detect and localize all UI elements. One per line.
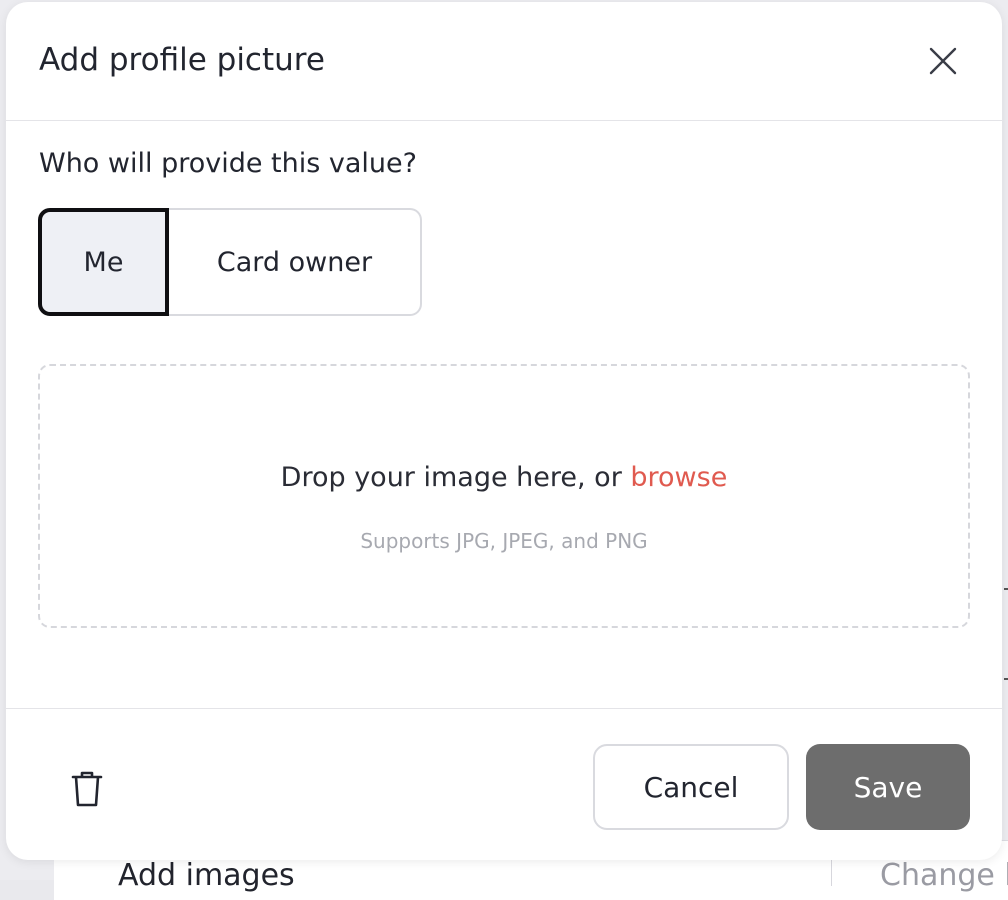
modal-title: Add profile picture: [39, 42, 325, 78]
option-me-button[interactable]: Me: [38, 208, 169, 316]
dropzone-prompt: Drop your image here, or browse: [40, 462, 968, 493]
provider-segmented-control: Me Card owner: [38, 208, 422, 316]
modal-header: Add profile picture: [6, 2, 1002, 121]
image-dropzone[interactable]: Drop your image here, or browse Supports…: [38, 364, 970, 628]
browse-link[interactable]: browse: [630, 462, 727, 493]
cancel-button[interactable]: Cancel: [593, 744, 789, 830]
close-button[interactable]: [922, 40, 964, 82]
provider-question: Who will provide this value?: [39, 148, 417, 179]
background-tick: [1004, 678, 1008, 680]
close-icon: [929, 47, 957, 75]
background-add-images-text: Add images: [118, 858, 295, 893]
option-card-owner-button[interactable]: Card owner: [169, 208, 422, 316]
background-tick: [1004, 588, 1008, 590]
modal-footer: Cancel Save: [6, 708, 1002, 860]
trash-icon: [71, 771, 103, 807]
save-button[interactable]: Save: [806, 744, 970, 830]
add-profile-picture-modal: Add profile picture Who will provide thi…: [6, 2, 1002, 860]
dropzone-prompt-text: Drop your image here, or: [280, 462, 622, 493]
supported-formats-text: Supports JPG, JPEG, and PNG: [360, 529, 648, 553]
delete-button[interactable]: [66, 767, 108, 811]
background-change-text: Change l: [880, 858, 1008, 893]
background-divider: [831, 856, 832, 886]
